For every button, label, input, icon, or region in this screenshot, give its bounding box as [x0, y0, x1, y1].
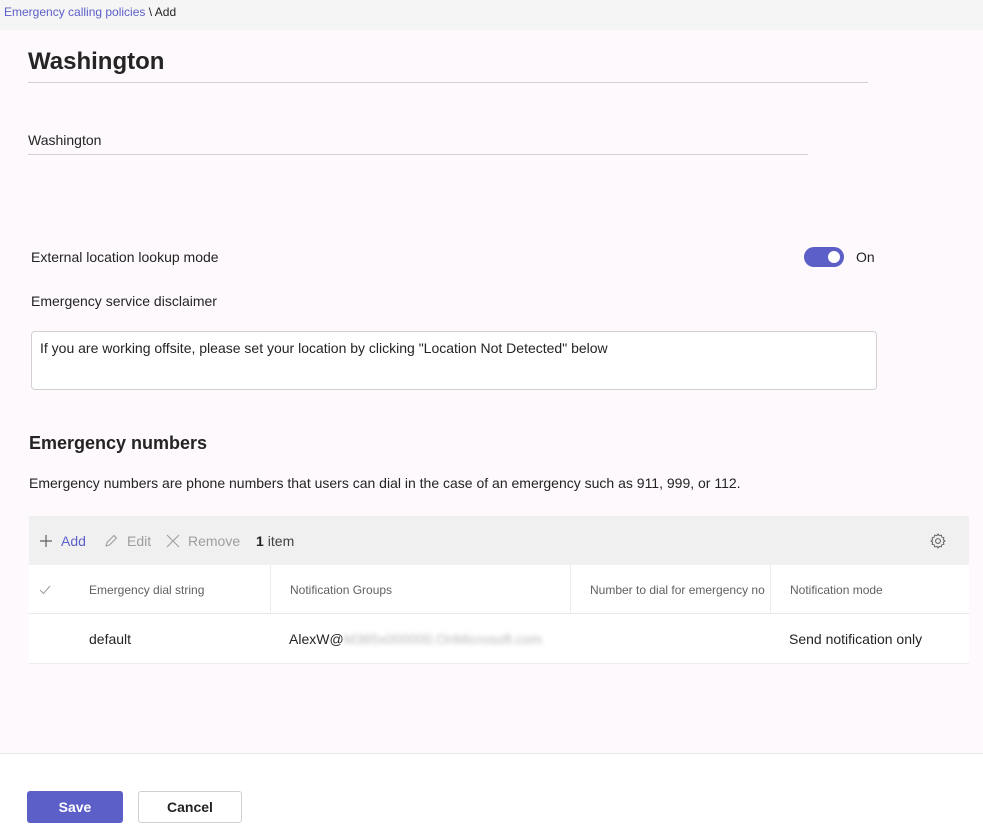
column-header-dial-string[interactable]: Emergency dial string [70, 565, 270, 614]
item-count-label: item [267, 532, 295, 549]
toggle-knob [828, 251, 840, 263]
page-title: Washington [28, 48, 165, 75]
remove-button-label: Remove [188, 532, 241, 549]
item-count: 1 item [256, 516, 294, 565]
column-header-number-to-dial[interactable]: Number to dial for emergency no [570, 565, 770, 614]
footer-bar: Save Cancel [0, 754, 983, 832]
lookup-mode-state: On [856, 249, 875, 265]
checkmark-icon [39, 585, 51, 594]
breadcrumb: Emergency calling policies \ Add [0, 0, 983, 30]
emergency-numbers-description: Emergency numbers are phone numbers that… [29, 475, 741, 491]
add-button-label: Add [61, 532, 86, 549]
disclaimer-textarea[interactable]: If you are working offsite, please set y… [31, 331, 877, 390]
cell-dial-string: default [89, 631, 132, 647]
table-row[interactable]: default AlexW@ M365x000000.OnMicrosoft.co… [29, 614, 969, 664]
policy-name-input[interactable] [28, 118, 808, 155]
emergency-numbers-table: Emergency dial string Notification Group… [29, 565, 969, 664]
title-divider [28, 82, 868, 83]
column-header-notification-mode[interactable]: Notification mode [770, 565, 969, 614]
breadcrumb-current: Add [154, 5, 177, 19]
cell-notification-mode: Send notification only [789, 631, 923, 647]
disclaimer-label: Emergency service disclaimer [31, 293, 217, 309]
select-all-checkbox[interactable] [39, 565, 51, 614]
lookup-mode-label: External location lookup mode [31, 249, 219, 265]
cell-notification-groups: AlexW@ M365x000000.OnMicrosoft.com [269, 614, 569, 664]
notification-group-obscured: M365x000000.OnMicrosoft.com [343, 631, 543, 647]
breadcrumb-separator: \ [148, 5, 153, 19]
breadcrumb-parent-link[interactable]: Emergency calling policies [4, 5, 145, 19]
emergency-numbers-title: Emergency numbers [29, 433, 208, 453]
table-header: Emergency dial string Notification Group… [29, 565, 969, 614]
pencil-icon [105, 534, 118, 547]
edit-button-label: Edit [127, 532, 152, 549]
emergency-numbers-toolbar: Add Edit Remove 1 item [29, 516, 969, 565]
cell-number-to-dial [569, 614, 769, 664]
plus-icon [40, 534, 52, 547]
edit-button[interactable]: Edit [103, 516, 151, 565]
close-icon [166, 534, 180, 547]
gear-icon[interactable] [929, 532, 947, 550]
column-header-notification-groups[interactable]: Notification Groups [270, 565, 570, 614]
save-button[interactable]: Save [27, 791, 123, 823]
lookup-mode-toggle[interactable] [804, 247, 844, 267]
add-button[interactable]: Add [39, 516, 86, 565]
remove-button[interactable]: Remove [166, 516, 240, 565]
cancel-button[interactable]: Cancel [138, 791, 242, 823]
item-count-number: 1 [256, 532, 264, 549]
notification-group-visible: AlexW@ [289, 631, 344, 647]
